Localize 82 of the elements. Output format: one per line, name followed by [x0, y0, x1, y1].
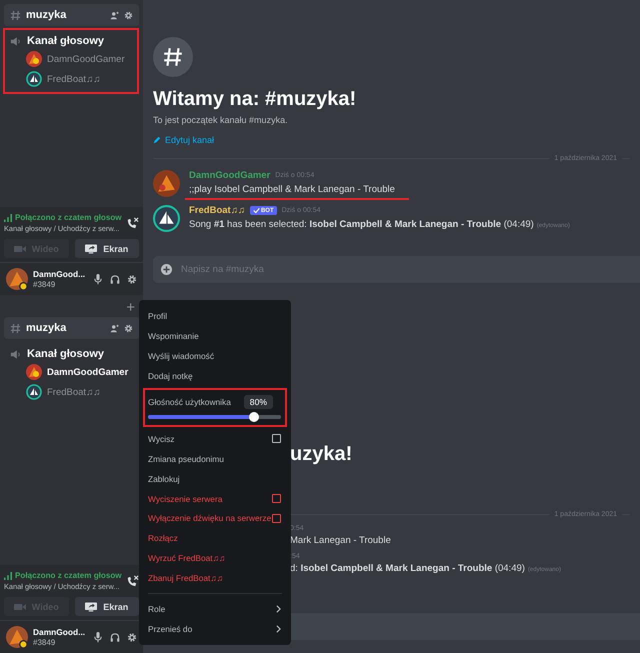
- menu-item[interactable]: Zmiana pseudonimu: [145, 448, 285, 469]
- settings-icon[interactable]: [124, 10, 133, 20]
- channel-hash-icon: [153, 37, 193, 77]
- user-avatar[interactable]: [153, 170, 180, 197]
- settings-icon[interactable]: [127, 632, 137, 642]
- add-channel-button[interactable]: +: [126, 299, 135, 317]
- voice-channel-name[interactable]: Kanał głosowy: [27, 348, 104, 360]
- bot-avatar[interactable]: [153, 205, 180, 232]
- disconnect-icon[interactable]: [126, 216, 139, 230]
- microphone-icon[interactable]: [93, 632, 103, 642]
- volume-slider[interactable]: [148, 414, 281, 419]
- message-text: ;;play Isobel Campbell & Mark Lanegan - Trouble: [189, 184, 395, 195]
- signal-icon: [4, 572, 12, 580]
- voice-channel-name[interactable]: Kanał głosowy: [27, 35, 104, 47]
- user-name: DamnGood...: [33, 627, 86, 638]
- chevron-right-icon: [276, 625, 281, 634]
- message-text: Mark Lanegan - Trouble: [290, 535, 391, 546]
- user-avatar[interactable]: [6, 268, 28, 290]
- user-name: DamnGood...: [33, 269, 86, 280]
- headphones-icon[interactable]: [110, 632, 120, 642]
- menu-item[interactable]: Wyłączenie dźwięku na serwerze: [145, 508, 285, 528]
- channel-item[interactable]: muzyka: [4, 4, 139, 26]
- menu-item[interactable]: Profil: [145, 306, 285, 326]
- settings-icon[interactable]: [127, 274, 137, 284]
- checkbox[interactable]: [272, 514, 281, 523]
- menu-item[interactable]: Wyrzuć FredBoat♫♫: [145, 548, 285, 568]
- microphone-icon[interactable]: [93, 274, 103, 284]
- welcome-title: Witamy na: #muzyka!: [153, 87, 358, 111]
- menu-item[interactable]: Role: [145, 599, 285, 620]
- disconnect-icon[interactable]: [126, 574, 139, 588]
- message-author[interactable]: DamnGoodGamer: [189, 170, 270, 181]
- user-avatar[interactable]: [6, 626, 28, 648]
- edit-channel-link[interactable]: Edytuj kanał: [165, 135, 214, 145]
- voice-user-name[interactable]: FredBoat♫♫: [47, 386, 100, 398]
- speaker-icon: [10, 36, 22, 46]
- menu-item[interactable]: Przenieś do: [145, 619, 285, 640]
- voice-user-name[interactable]: DamnGoodGamer: [47, 366, 128, 378]
- user-avatar: [26, 51, 42, 67]
- screen-share-button[interactable]: Ekran: [74, 239, 139, 258]
- user-tag: #3849: [33, 638, 86, 647]
- speaker-icon: [10, 348, 22, 360]
- hash-icon: [10, 322, 21, 334]
- user-avatar: [26, 364, 42, 380]
- plus-icon[interactable]: [161, 264, 172, 275]
- checkbox[interactable]: [272, 494, 281, 504]
- camera-icon: [14, 602, 26, 612]
- camera-icon: [14, 244, 26, 254]
- headphones-icon[interactable]: [110, 274, 120, 284]
- voice-user-name[interactable]: FredBoat♫♫: [47, 74, 100, 84]
- menu-item[interactable]: Wyciszenie serwera: [145, 488, 285, 508]
- screen-share-button[interactable]: Ekran: [74, 597, 139, 616]
- checkbox[interactable]: [272, 434, 281, 444]
- bot-avatar: [26, 384, 42, 400]
- message-author[interactable]: FredBoat♫♫: [189, 205, 245, 216]
- settings-icon[interactable]: [124, 324, 133, 332]
- menu-item[interactable]: Zbanuj FredBoat♫♫: [145, 568, 285, 588]
- voice-user-name[interactable]: DamnGoodGamer: [47, 54, 125, 64]
- add-member-icon[interactable]: [110, 324, 119, 332]
- menu-item[interactable]: Dodaj notkę: [145, 366, 285, 386]
- menu-item[interactable]: Wspominanie: [145, 326, 285, 346]
- channel-item[interactable]: muzyka: [4, 317, 139, 339]
- user-tag: #3849: [33, 280, 86, 289]
- menu-item[interactable]: Wycisz: [145, 428, 285, 449]
- menu-item[interactable]: Rozłącz: [145, 528, 285, 548]
- volume-tooltip: 80%: [244, 394, 273, 409]
- voice-status-title: Połączono z czatem głosow: [15, 571, 122, 580]
- signal-icon: [4, 214, 12, 222]
- message-input[interactable]: [290, 613, 640, 640]
- welcome-title: uzyka!: [290, 442, 354, 466]
- message-text: Song #1 has been selected: Isobel Campbell & Mark Lanegan - Trouble (04:49): [189, 219, 534, 230]
- voice-status-title: Połączono z czatem głosow: [15, 213, 122, 222]
- menu-label: Głośność użytkownika: [148, 396, 231, 407]
- hash-icon: [10, 10, 21, 20]
- screen-share-icon: [85, 244, 98, 254]
- bot-avatar: [26, 71, 42, 87]
- menu-item[interactable]: Zablokuj: [145, 468, 285, 489]
- menu-item[interactable]: Wyślij wiadomość: [145, 346, 285, 366]
- welcome-subtitle: To jest początek kanału #muzyka.: [153, 115, 289, 125]
- add-member-icon[interactable]: [110, 10, 119, 20]
- chevron-right-icon: [276, 605, 281, 614]
- screen-share-icon: [85, 602, 98, 612]
- pencil-icon: [153, 136, 161, 144]
